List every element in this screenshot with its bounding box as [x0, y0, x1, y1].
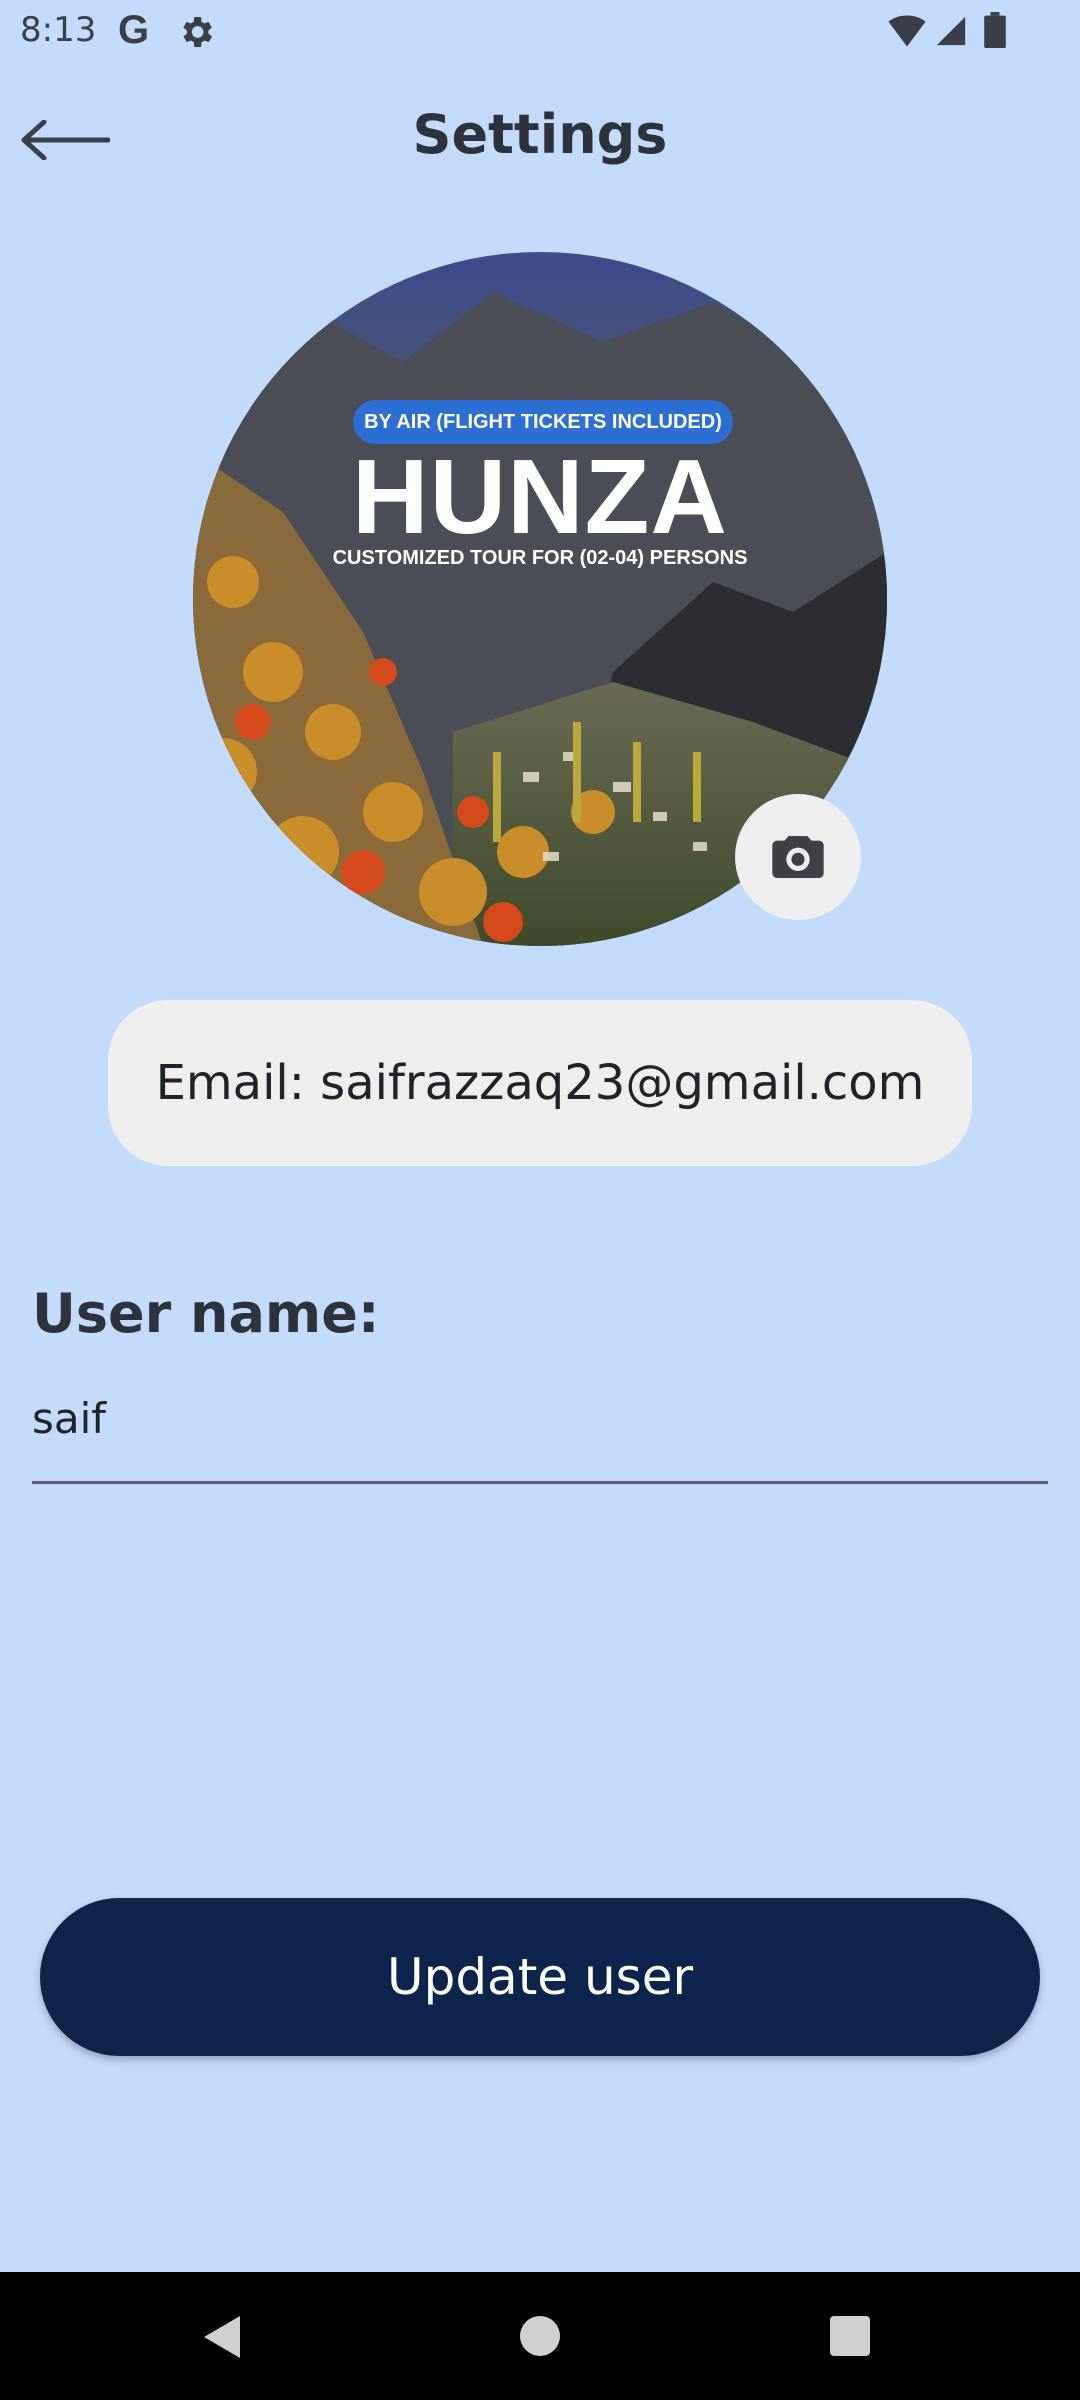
- profile-image-title: HUNZA: [352, 438, 728, 556]
- status-bar: 8:13 G: [0, 0, 1080, 64]
- profile-image-subtitle: CUSTOMIZED TOUR FOR (02-04) PERSONS: [332, 547, 748, 569]
- signal-icon: [936, 16, 966, 46]
- profile-image-section: BY AIR (FLIGHT TICKETS INCLUDED) HUNZA C…: [193, 252, 887, 946]
- nav-home-icon[interactable]: [520, 2316, 560, 2356]
- wifi-icon: [888, 15, 926, 47]
- camera-icon: [772, 836, 824, 878]
- change-photo-button[interactable]: [735, 794, 861, 920]
- email-text: Email: saifrazzaq23@gmail.com: [155, 1055, 925, 1111]
- nav-recents-icon[interactable]: [830, 2316, 870, 2356]
- nav-back-icon[interactable]: [200, 2314, 244, 2360]
- username-input[interactable]: saif: [32, 1384, 1048, 1484]
- username-label: User name:: [32, 1282, 380, 1345]
- settings-screen: 8:13 G Settings BY AIR (FLIGHT TICKETS I…: [0, 0, 1080, 2400]
- email-display: Email: saifrazzaq23@gmail.com: [108, 1000, 972, 1166]
- page-title: Settings: [412, 103, 668, 166]
- settings-gear-icon: [183, 17, 212, 47]
- battery-icon: [984, 12, 1006, 48]
- update-user-button[interactable]: Update user: [40, 1898, 1040, 2056]
- google-icon: G: [118, 8, 150, 52]
- system-navigation-bar: [0, 2272, 1080, 2400]
- status-time: 8:13: [20, 10, 97, 50]
